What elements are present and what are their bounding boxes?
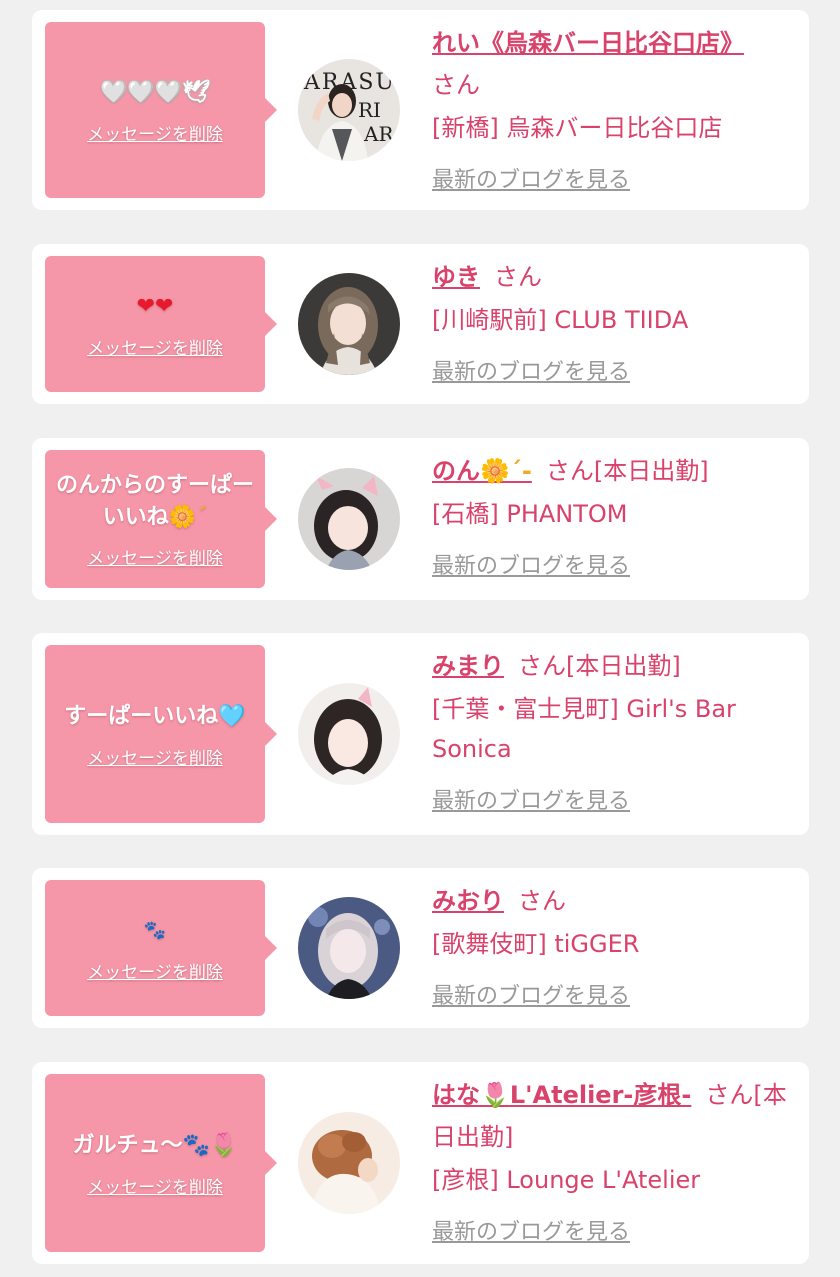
list-item: ❤❤ メッセージを削除 ゆき さん [川崎駅前] CLUB TIIDA 最新のブロ… (32, 244, 809, 404)
latest-blog-link[interactable]: 最新のブログを見る (432, 783, 630, 815)
avatar-photo (298, 683, 400, 785)
avatar[interactable] (298, 273, 400, 375)
card-info: れい《烏森バー日比谷口店》 さん [新橋] 烏森バー日比谷口店 最新のブログを見… (432, 22, 793, 194)
avatar[interactable]: ARASU RI AR (298, 59, 400, 161)
delete-message-link[interactable]: メッセージを削除 (87, 744, 223, 769)
cast-name-link[interactable]: みおり (432, 887, 504, 915)
message-text: 🐾 (144, 913, 166, 948)
emoji-icons: 🐾🌷 (182, 1132, 238, 1158)
card-info: みおり さん [歌舞伎町] tiGGER 最新のブログを見る (432, 880, 793, 1010)
avatar[interactable] (298, 1112, 400, 1214)
name-emoji-icons: 🌼´- (480, 457, 532, 485)
emoji-icons: ❤❤ (136, 293, 174, 319)
message-text: すーぱーいいね🩵 (64, 703, 246, 729)
message-bubble: 🐾 メッセージを削除 (45, 880, 277, 1016)
name-line: みおり さん (432, 880, 793, 922)
avatar[interactable] (298, 683, 400, 785)
avatar-photo: ARASU RI AR (298, 59, 400, 161)
delete-message-link[interactable]: メッセージを削除 (87, 120, 223, 145)
name-suffix: さん (432, 71, 480, 99)
avatar-photo (298, 897, 400, 999)
shop-info: [彦根] Lounge L'Atelier (432, 1166, 701, 1194)
message-bubble: ❤❤ メッセージを削除 (45, 256, 277, 392)
cast-name-link[interactable]: れい《烏森バー日比谷口店》 (432, 29, 744, 57)
emoji-icons: 🤍🤍🤍🕊 (99, 79, 211, 105)
delete-message-link[interactable]: メッセージを削除 (87, 958, 223, 983)
list-item: ガルチュ〜🐾🌷 メッセージを削除 はな🌷L'Atelier-彦根- さん[本日出勤… (32, 1062, 809, 1264)
name-suffix: さん (494, 263, 542, 291)
message-bubble: のんからのすーぱーいいね🌼´ メッセージを削除 (45, 450, 277, 588)
shop-info: [新橋] 烏森バー日比谷口店 (432, 114, 723, 142)
message-bubble: 🤍🤍🤍🕊 メッセージを削除 (45, 22, 277, 198)
message-text: のんからのすーぱーいいね🌼´ (55, 472, 254, 530)
cast-name-link[interactable]: ゆき (432, 263, 480, 291)
emoji-icons: 🌼´ (168, 504, 208, 530)
shop-info: [石橋] PHANTOM (432, 500, 628, 528)
name-line: のん🌼´- さん[本日出勤] (432, 450, 793, 492)
emoji-icons: 🩵 (218, 703, 246, 729)
message-list: 🤍🤍🤍🕊 メッセージを削除 ARASU RI AR れい《烏森バー日比谷口店》 … (0, 0, 840, 1277)
name-suffix: さん (518, 887, 566, 915)
list-item: のんからのすーぱーいいね🌼´ メッセージを削除 のん🌼´- さん[本日出勤] [石… (32, 438, 809, 600)
card-info: のん🌼´- さん[本日出勤] [石橋] PHANTOM 最新のブログを見る (432, 450, 793, 580)
name-emoji-icons: 🌷 (480, 1081, 510, 1109)
avatar-photo (298, 468, 400, 570)
avatar-photo (298, 1112, 400, 1214)
name-line: みまり さん[本日出勤] (432, 645, 793, 687)
cast-name-link[interactable]: はな🌷L'Atelier-彦根- (432, 1081, 691, 1109)
delete-message-link[interactable]: メッセージを削除 (87, 1173, 223, 1198)
name-suffix: さん[本日出勤] (518, 652, 681, 680)
delete-message-link[interactable]: メッセージを削除 (87, 544, 223, 569)
avatar[interactable] (298, 897, 400, 999)
emoji-icons: 🐾 (143, 920, 167, 941)
message-text: 🤍🤍🤍🕊 (100, 76, 210, 110)
avatar[interactable] (298, 468, 400, 570)
name-line: はな🌷L'Atelier-彦根- さん[本日出勤] (432, 1074, 793, 1158)
latest-blog-link[interactable]: 最新のブログを見る (432, 354, 630, 386)
latest-blog-link[interactable]: 最新のブログを見る (432, 162, 630, 194)
latest-blog-link[interactable]: 最新のブログを見る (432, 978, 630, 1010)
card-info: ゆき さん [川崎駅前] CLUB TIIDA 最新のブログを見る (432, 256, 793, 386)
list-item: 🐾 メッセージを削除 みおり さん [歌舞伎町] tiGGER 最新のブログを見る (32, 868, 809, 1028)
svg-text:AR: AR (363, 122, 394, 146)
delete-message-link[interactable]: メッセージを削除 (87, 334, 223, 359)
message-text: ❤❤ (137, 290, 174, 324)
card-info: はな🌷L'Atelier-彦根- さん[本日出勤] [彦根] Lounge L'A… (432, 1074, 793, 1246)
message-bubble: ガルチュ〜🐾🌷 メッセージを削除 (45, 1074, 277, 1252)
shop-info: [千葉・富士見町] Girl's Bar Sonica (432, 695, 736, 763)
message-text: ガルチュ〜🐾🌷 (72, 1132, 238, 1158)
name-line: ゆき さん (432, 256, 793, 298)
cast-name-link[interactable]: のん🌼´- (432, 457, 532, 485)
message-bubble: すーぱーいいね🩵 メッセージを削除 (45, 645, 277, 823)
list-item: すーぱーいいね🩵 メッセージを削除 みまり さん[本日出勤] [千葉・富士見町] … (32, 633, 809, 835)
latest-blog-link[interactable]: 最新のブログを見る (432, 1214, 630, 1246)
avatar-photo (298, 273, 400, 375)
card-info: みまり さん[本日出勤] [千葉・富士見町] Girl's Bar Sonica … (432, 645, 793, 815)
latest-blog-link[interactable]: 最新のブログを見る (432, 548, 630, 580)
shop-info: [歌舞伎町] tiGGER (432, 930, 640, 958)
list-item: 🤍🤍🤍🕊 メッセージを削除 ARASU RI AR れい《烏森バー日比谷口店》 … (32, 10, 809, 210)
shop-info: [川崎駅前] CLUB TIIDA (432, 306, 689, 334)
cast-name-link[interactable]: みまり (432, 652, 504, 680)
name-suffix: さん[本日出勤] (545, 457, 709, 485)
svg-text:RI: RI (358, 98, 381, 122)
name-line: れい《烏森バー日比谷口店》 さん (432, 22, 793, 106)
